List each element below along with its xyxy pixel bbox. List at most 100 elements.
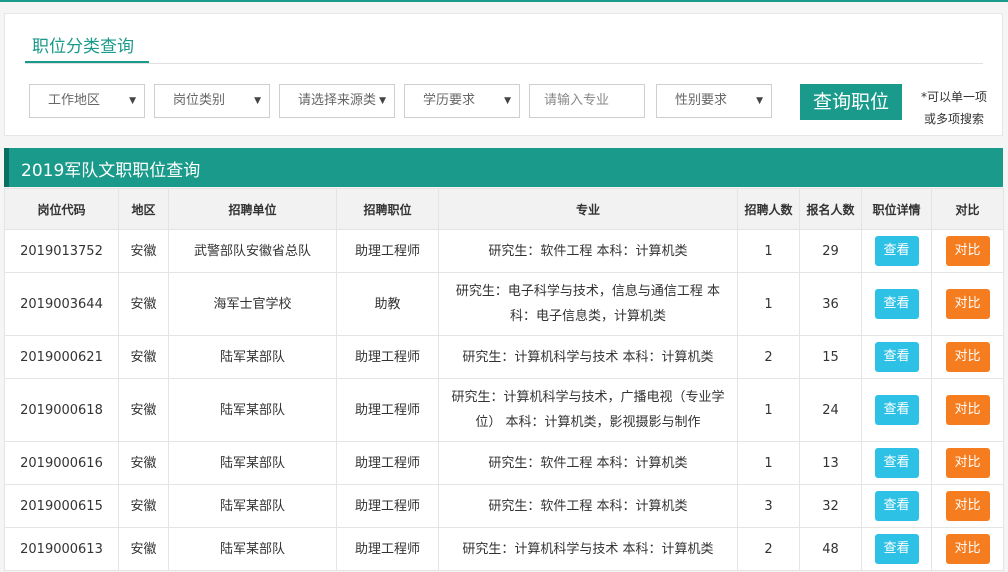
cell-region: 安徽 — [118, 484, 169, 528]
compare-button[interactable]: 对比 — [945, 236, 990, 266]
gender-select[interactable]: 性别要求 ▼ — [656, 84, 772, 118]
section-header: 2019军队文职职位查询 — [4, 148, 1003, 187]
view-button[interactable]: 查看 — [874, 289, 919, 319]
caret-down-icon: ▼ — [504, 96, 511, 106]
caret-down-icon: ▼ — [379, 96, 386, 106]
cell-code: 2019000616 — [4, 441, 119, 485]
results-table: 岗位代码 地区 招聘单位 招聘职位 专业 招聘人数 报名人数 职位详情 对比 2… — [4, 188, 1004, 571]
compare-button[interactable]: 对比 — [945, 289, 990, 319]
cell-quota: 3 — [737, 484, 800, 528]
cell-position: 助理工程师 — [336, 484, 439, 528]
header-code: 岗位代码 — [4, 188, 119, 230]
compare-button[interactable]: 对比 — [945, 534, 990, 564]
cell-applicants: 15 — [799, 335, 862, 379]
header-major: 专业 — [438, 188, 738, 230]
cell-region: 安徽 — [118, 527, 169, 571]
cell-position: 助理工程师 — [336, 378, 439, 442]
caret-down-icon: ▼ — [254, 96, 261, 106]
cell-region: 安徽 — [118, 441, 169, 485]
header-applicants: 报名人数 — [799, 188, 862, 230]
cell-applicants: 36 — [799, 272, 862, 336]
cell-detail: 查看 — [861, 335, 932, 379]
table-row: 2019000615 安徽 陆军某部队 助理工程师 研究生：软件工程 本科：计算… — [4, 484, 1004, 528]
cell-unit: 陆军某部队 — [168, 378, 337, 442]
view-button[interactable]: 查看 — [874, 236, 919, 266]
cell-unit: 陆军某部队 — [168, 335, 337, 379]
cell-applicants: 48 — [799, 527, 862, 571]
search-hint: *可以单一项 或多项搜索 — [915, 86, 993, 130]
header-compare: 对比 — [931, 188, 1004, 230]
cell-position: 助理工程师 — [336, 527, 439, 571]
cell-detail: 查看 — [861, 378, 932, 442]
view-button[interactable]: 查看 — [874, 395, 919, 425]
cell-unit: 海军士官学校 — [168, 272, 337, 336]
cell-position: 助理工程师 — [336, 229, 439, 273]
cell-code: 2019000613 — [4, 527, 119, 571]
cell-compare: 对比 — [931, 229, 1004, 273]
table-row: 2019000613 安徽 陆军某部队 助理工程师 研究生：计算机科学与技术 本… — [4, 527, 1004, 571]
table-row: 2019003644 安徽 海军士官学校 助教 研究生：电子科学与技术，信息与通… — [4, 272, 1004, 336]
table-row: 2019000621 安徽 陆军某部队 助理工程师 研究生：计算机科学与技术 本… — [4, 335, 1004, 379]
cell-compare: 对比 — [931, 441, 1004, 485]
category-select-label: 岗位类别 — [173, 93, 226, 108]
search-hint-line1: *可以单一项 — [920, 90, 987, 104]
cell-position: 助理工程师 — [336, 441, 439, 485]
top-accent-line — [0, 0, 1008, 2]
cell-unit: 武警部队安徽省总队 — [168, 229, 337, 273]
cell-applicants: 13 — [799, 441, 862, 485]
compare-button[interactable]: 对比 — [945, 491, 990, 521]
cell-compare: 对比 — [931, 272, 1004, 336]
cell-region: 安徽 — [118, 229, 169, 273]
cell-detail: 查看 — [861, 484, 932, 528]
view-button[interactable]: 查看 — [874, 342, 919, 372]
query-button[interactable]: 查询职位 — [800, 84, 902, 120]
filter-panel: 职位分类查询 工作地区 ▼ 岗位类别 ▼ 请选择来源类 ▼ 学历要求 ▼ 请输入… — [4, 13, 1003, 136]
cell-code: 2019013752 — [4, 229, 119, 273]
view-button[interactable]: 查看 — [874, 448, 919, 478]
cell-major: 研究生：软件工程 本科：计算机类 — [438, 229, 738, 273]
cell-quota: 1 — [737, 272, 800, 336]
header-quota: 招聘人数 — [737, 188, 800, 230]
view-button[interactable]: 查看 — [874, 491, 919, 521]
header-detail: 职位详情 — [861, 188, 932, 230]
cell-region: 安徽 — [118, 378, 169, 442]
cell-unit: 陆军某部队 — [168, 441, 337, 485]
education-select[interactable]: 学历要求 ▼ — [404, 84, 520, 118]
header-position: 招聘职位 — [336, 188, 439, 230]
cell-major: 研究生：软件工程 本科：计算机类 — [438, 484, 738, 528]
cell-applicants: 24 — [799, 378, 862, 442]
compare-button[interactable]: 对比 — [945, 395, 990, 425]
cell-quota: 1 — [737, 441, 800, 485]
cell-quota: 2 — [737, 527, 800, 571]
cell-code: 2019000618 — [4, 378, 119, 442]
source-select[interactable]: 请选择来源类 ▼ — [279, 84, 395, 118]
compare-button[interactable]: 对比 — [945, 342, 990, 372]
cell-major: 研究生：计算机科学与技术 本科：计算机类 — [438, 335, 738, 379]
cell-code: 2019003644 — [4, 272, 119, 336]
caret-down-icon: ▼ — [129, 96, 136, 106]
cell-detail: 查看 — [861, 272, 932, 336]
cell-major: 研究生：电子科学与技术，信息与通信工程 本科：电子信息类，计算机类 — [438, 272, 738, 336]
major-input-placeholder: 请输入专业 — [544, 93, 610, 108]
header-region: 地区 — [118, 188, 169, 230]
education-select-label: 学历要求 — [423, 93, 476, 108]
cell-unit: 陆军某部队 — [168, 527, 337, 571]
cell-compare: 对比 — [931, 484, 1004, 528]
cell-unit: 陆军某部队 — [168, 484, 337, 528]
gender-select-label: 性别要求 — [675, 93, 728, 108]
cell-detail: 查看 — [861, 441, 932, 485]
view-button[interactable]: 查看 — [874, 534, 919, 564]
section-title: 2019军队文职职位查询 — [21, 161, 201, 181]
table-row: 2019000618 安徽 陆军某部队 助理工程师 研究生：计算机科学与技术，广… — [4, 378, 1004, 442]
table-row: 2019000616 安徽 陆军某部队 助理工程师 研究生：软件工程 本科：计算… — [4, 441, 1004, 485]
category-select[interactable]: 岗位类别 ▼ — [154, 84, 270, 118]
cell-position: 助教 — [336, 272, 439, 336]
compare-button[interactable]: 对比 — [945, 448, 990, 478]
region-select[interactable]: 工作地区 ▼ — [29, 84, 145, 118]
table-header-row: 岗位代码 地区 招聘单位 招聘职位 专业 招聘人数 报名人数 职位详情 对比 — [4, 188, 1004, 230]
header-unit: 招聘单位 — [168, 188, 337, 230]
cell-compare: 对比 — [931, 335, 1004, 379]
cell-major: 研究生：计算机科学与技术 本科：计算机类 — [438, 527, 738, 571]
major-input[interactable]: 请输入专业 — [529, 84, 645, 118]
cell-quota: 1 — [737, 378, 800, 442]
